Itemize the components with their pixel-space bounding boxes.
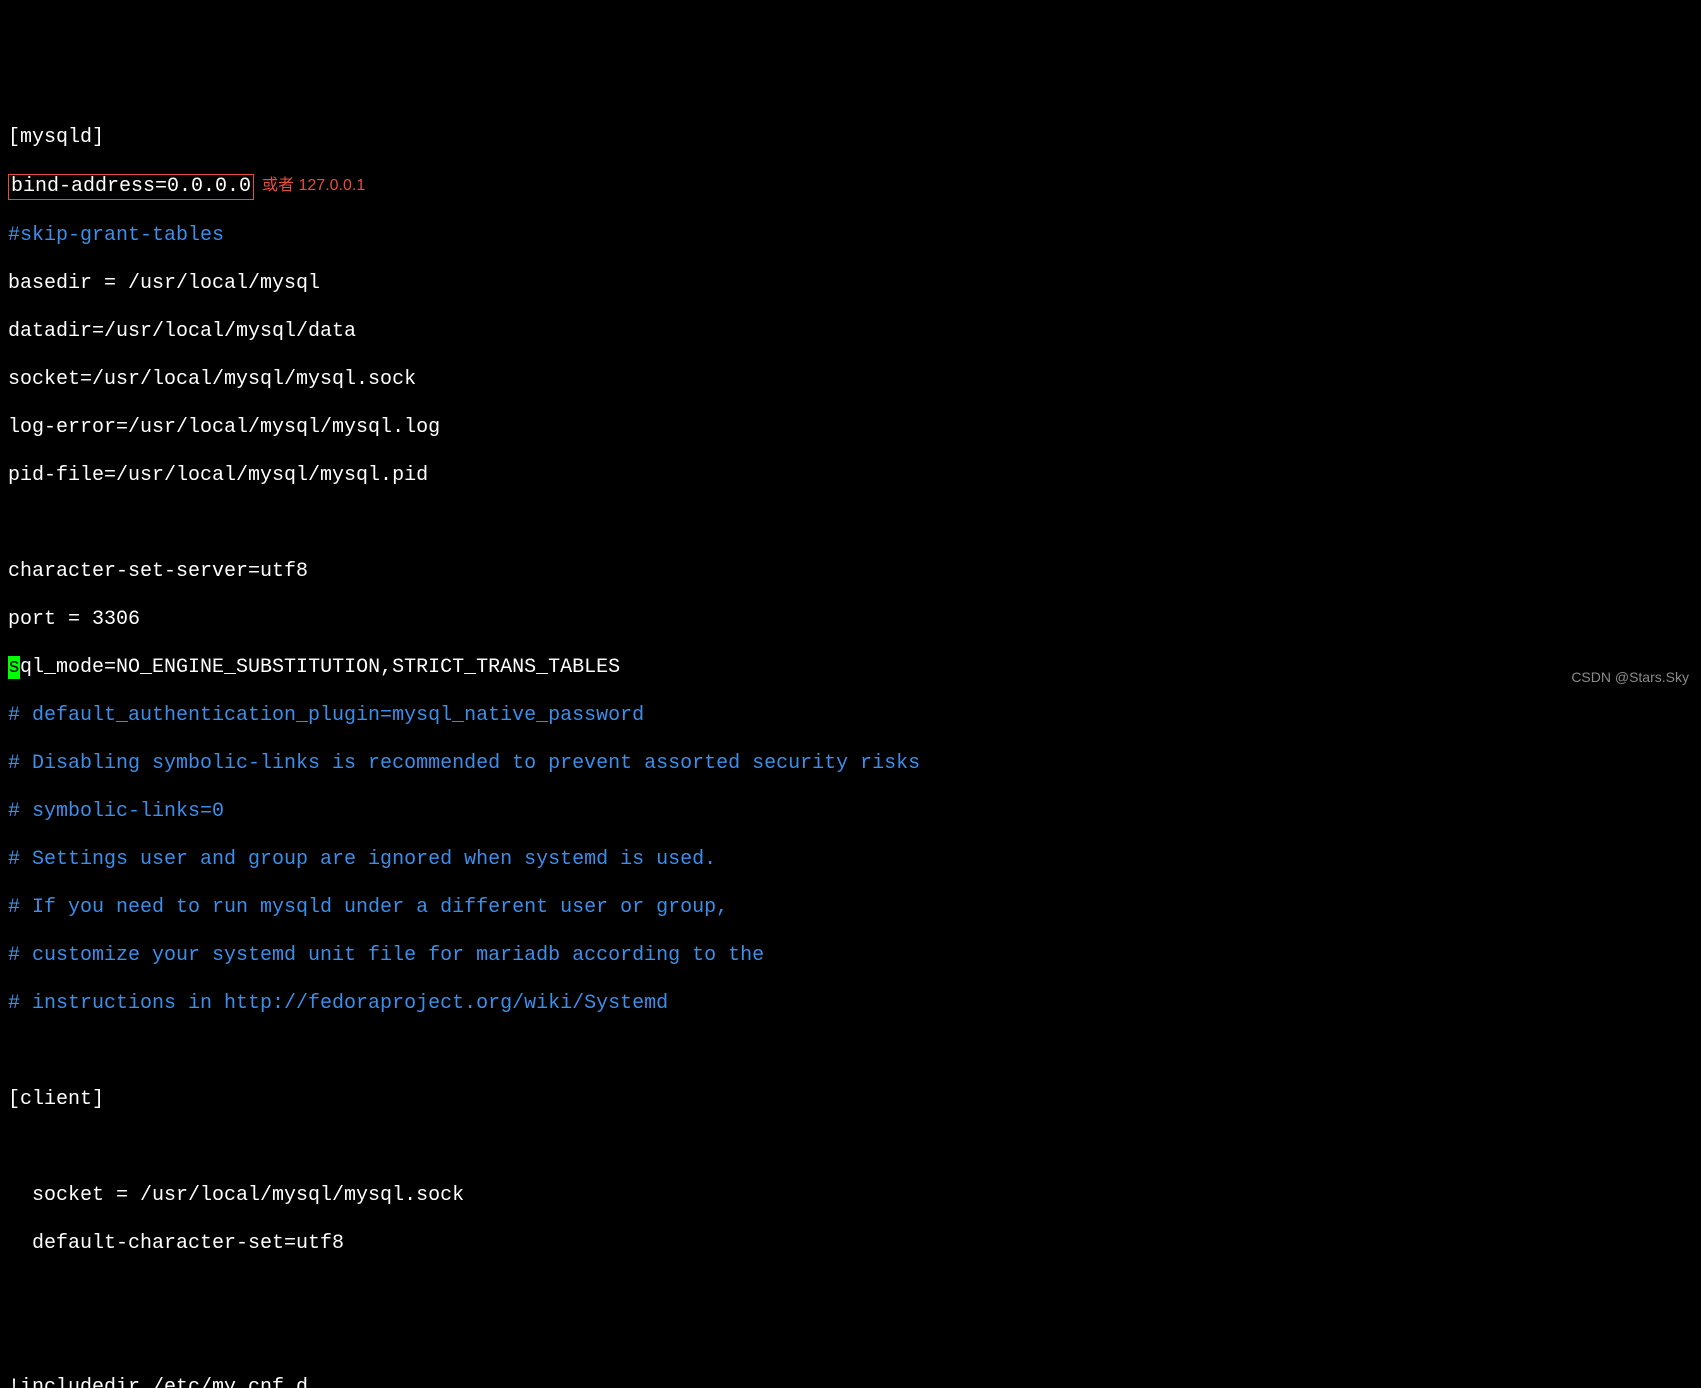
config-client-socket: socket = /usr/local/mysql/mysql.sock xyxy=(8,1184,1693,1208)
annotation-text: 或者 127.0.0.1 xyxy=(262,177,365,194)
comment-symlinks-note: # Disabling symbolic-links is recommende… xyxy=(8,752,1693,776)
config-skip-grant: #skip-grant-tables xyxy=(8,224,1693,248)
comment-if-you-need: # If you need to run mysqld under a diff… xyxy=(8,896,1693,920)
config-socket: socket=/usr/local/mysql/mysql.sock xyxy=(8,368,1693,392)
blank-line xyxy=(8,1040,1693,1064)
config-client-charset: default-character-set=utf8 xyxy=(8,1232,1693,1256)
comment-auth-plugin: # default_authentication_plugin=mysql_na… xyxy=(8,704,1693,728)
config-port: port = 3306 xyxy=(8,608,1693,632)
config-bind-address-line: bind-address=0.0.0.0 或者 127.0.0.1 xyxy=(8,174,1693,200)
terminal-viewport[interactable]: [mysqld] bind-address=0.0.0.0 或者 127.0.0.… xyxy=(8,102,1693,1388)
config-sql-mode-rest: ql_mode=NO_ENGINE_SUBSTITUTION,STRICT_TR… xyxy=(20,656,620,679)
blank-line xyxy=(8,1280,1693,1304)
config-includedir: !includedir /etc/my.cnf.d xyxy=(8,1376,1693,1388)
config-basedir: basedir = /usr/local/mysql xyxy=(8,272,1693,296)
config-log-error: log-error=/usr/local/mysql/mysql.log xyxy=(8,416,1693,440)
cursor-icon: s xyxy=(8,656,20,679)
config-sql-mode: sql_mode=NO_ENGINE_SUBSTITUTION,STRICT_T… xyxy=(8,656,1693,680)
config-pid-file: pid-file=/usr/local/mysql/mysql.pid xyxy=(8,464,1693,488)
config-charset: character-set-server=utf8 xyxy=(8,560,1693,584)
highlight-box: bind-address=0.0.0.0 xyxy=(8,174,254,200)
config-section-mysqld: [mysqld] xyxy=(8,126,1693,150)
comment-settings-user: # Settings user and group are ignored wh… xyxy=(8,848,1693,872)
blank-line xyxy=(8,1136,1693,1160)
comment-symlinks: # symbolic-links=0 xyxy=(8,800,1693,824)
comment-instructions: # instructions in http://fedoraproject.o… xyxy=(8,992,1693,1016)
watermark-text: CSDN @Stars.Sky xyxy=(1571,669,1689,686)
blank-line xyxy=(8,512,1693,536)
config-datadir: datadir=/usr/local/mysql/data xyxy=(8,320,1693,344)
config-section-client: [client] xyxy=(8,1088,1693,1112)
comment-customize: # customize your systemd unit file for m… xyxy=(8,944,1693,968)
blank-line xyxy=(8,1328,1693,1352)
